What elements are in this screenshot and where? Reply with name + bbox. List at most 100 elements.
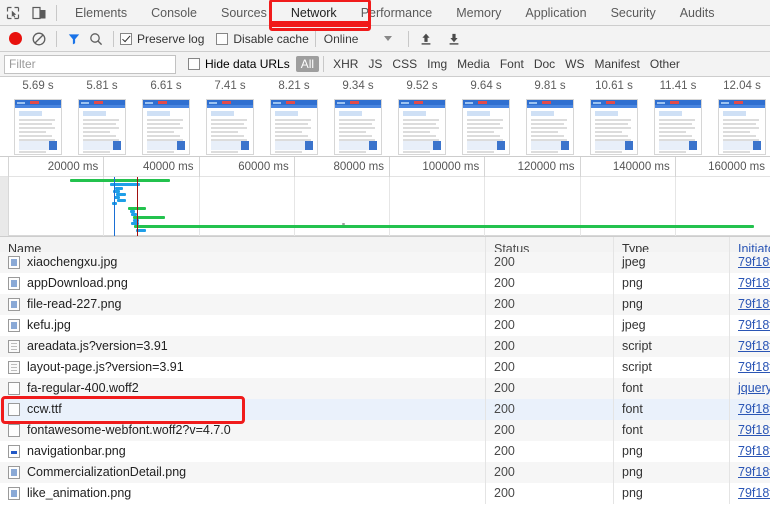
filmstrip-frame[interactable] [454, 99, 518, 155]
request-type-cell: jpeg [614, 315, 730, 336]
table-row[interactable]: navigationbar.png 200png79f18f78 [0, 441, 770, 462]
request-name-cell[interactable]: layout-page.js?version=3.91 [0, 357, 486, 378]
filter-type-font[interactable]: Font [495, 56, 529, 72]
tab-label: Elements [75, 5, 128, 20]
preserve-log-checkbox[interactable]: Preserve log [120, 32, 204, 46]
filter-type-doc[interactable]: Doc [529, 56, 560, 72]
filter-type-css[interactable]: CSS [387, 56, 422, 72]
tab-elements[interactable]: Elements [63, 0, 139, 26]
filter-type-other[interactable]: Other [645, 56, 685, 72]
request-initiator-cell[interactable]: 79f18f78 [730, 483, 770, 504]
filmstrip-frame[interactable] [710, 99, 770, 155]
record-button-icon[interactable] [9, 32, 22, 45]
disable-cache-checkbox[interactable]: Disable cache [216, 32, 309, 46]
request-name-cell[interactable]: navigationbar.png [0, 441, 486, 462]
table-row[interactable]: like_animation.png 200png79f18f78 [0, 483, 770, 504]
filmstrip-thumbnail [14, 99, 62, 155]
hide-data-urls-checkbox-box[interactable] [188, 58, 200, 70]
request-initiator-cell[interactable]: 79f18f78 [730, 336, 770, 357]
disable-cache-checkbox-box[interactable] [216, 32, 229, 45]
script-file-icon [8, 361, 20, 374]
request-status-cell: 200 [486, 357, 614, 378]
request-initiator-cell[interactable]: 79f18f78 [730, 294, 770, 315]
table-row[interactable]: areadata.js?version=3.91 200script79f18f7… [0, 336, 770, 357]
clear-button-icon[interactable] [28, 28, 50, 50]
image-file-icon [8, 487, 20, 500]
filter-icon[interactable] [63, 28, 85, 50]
request-initiator-cell[interactable]: 79f18f78 [730, 399, 770, 420]
hide-data-urls-checkbox[interactable]: Hide data URLs [188, 57, 290, 71]
image-file-icon [8, 277, 20, 290]
request-name-cell[interactable]: xiaochengxu.jpg [0, 252, 486, 273]
request-name-cell[interactable]: fontawesome-webfont.woff2?v=4.7.0 [0, 420, 486, 441]
filmstrip-thumbnail [654, 99, 702, 155]
table-row[interactable]: ccw.ttf 200font79f18f78 [0, 399, 770, 420]
filmstrip-frame[interactable] [6, 99, 70, 155]
tab-console[interactable]: Console [139, 0, 209, 26]
request-name-cell[interactable]: file-read-227.png [0, 294, 486, 315]
request-initiator-cell[interactable]: 79f18f78 [730, 420, 770, 441]
inspect-element-icon[interactable] [0, 1, 26, 25]
request-name-cell[interactable]: ccw.ttf [0, 399, 486, 420]
filter-type-img[interactable]: Img [422, 56, 452, 72]
tab-label: Memory [456, 5, 502, 20]
search-icon[interactable] [85, 28, 107, 50]
filter-input[interactable] [4, 54, 176, 74]
filmstrip-frame[interactable] [70, 99, 134, 155]
request-name-label: fa-regular-400.woff2 [27, 381, 139, 395]
font-file-icon [8, 403, 20, 416]
table-row[interactable]: file-read-227.png 200png79f18f78 [0, 294, 770, 315]
filter-type-media[interactable]: Media [452, 56, 495, 72]
script-file-icon [8, 340, 20, 353]
table-row[interactable]: kefu.jpg 200jpeg79f18f78 [0, 315, 770, 336]
filmstrip-frame[interactable] [134, 99, 198, 155]
tab-memory[interactable]: Memory [444, 0, 513, 26]
request-initiator-cell[interactable]: jquery-3. [730, 378, 770, 399]
request-initiator-cell[interactable]: 79f18f78 [730, 441, 770, 462]
chevron-down-icon[interactable] [384, 36, 393, 41]
filmstrip-frame[interactable] [390, 99, 454, 155]
preserve-log-label: Preserve log [137, 31, 205, 46]
filmstrip-frame[interactable] [326, 99, 390, 155]
filter-type-ws[interactable]: WS [560, 56, 589, 72]
import-har-icon[interactable] [443, 28, 465, 50]
filter-type-js[interactable]: JS [363, 56, 387, 72]
tab-application[interactable]: Application [513, 0, 598, 26]
preserve-log-checkbox-box[interactable] [120, 32, 132, 45]
request-name-cell[interactable]: fa-regular-400.woff2 [0, 378, 486, 399]
request-initiator-cell[interactable]: 79f18f78 [730, 462, 770, 483]
request-initiator-cell[interactable]: 79f18f78 [730, 315, 770, 336]
request-name-cell[interactable]: CommercializationDetail.png [0, 462, 486, 483]
tab-security[interactable]: Security [599, 0, 668, 26]
filter-type-xhr[interactable]: XHR [328, 56, 363, 72]
request-type-cell: png [614, 483, 730, 504]
request-initiator-cell[interactable]: 79f18f78 [730, 252, 770, 273]
table-row[interactable]: fa-regular-400.woff2 200fontjquery-3. [0, 378, 770, 399]
overview-graph[interactable] [0, 177, 770, 237]
table-row[interactable]: fontawesome-webfont.woff2?v=4.7.0 200 font… [0, 420, 770, 441]
throttling-value[interactable]: Online [322, 32, 359, 46]
table-row[interactable]: CommercializationDetail.png 200png79f18f7… [0, 462, 770, 483]
filmstrip-frame[interactable] [198, 99, 262, 155]
request-name-label: appDownload.png [27, 276, 128, 290]
request-initiator-cell[interactable]: 79f18f78 [730, 273, 770, 294]
filter-type-manifest[interactable]: Manifest [590, 56, 645, 72]
request-type-cell: font [614, 420, 730, 441]
request-name-cell[interactable]: areadata.js?version=3.91 [0, 336, 486, 357]
request-name-cell[interactable]: appDownload.png [0, 273, 486, 294]
filmstrip-frame[interactable] [518, 99, 582, 155]
filmstrip-frame[interactable] [646, 99, 710, 155]
tab-audits[interactable]: Audits [668, 0, 727, 26]
filter-type-all[interactable]: All [295, 56, 320, 72]
table-row[interactable]: xiaochengxu.jpg 200jpeg79f18f78 [0, 252, 770, 273]
image-file-icon [8, 466, 20, 479]
device-toolbar-icon[interactable] [26, 1, 52, 25]
filmstrip-frame[interactable] [582, 99, 646, 155]
request-name-cell[interactable]: kefu.jpg [0, 315, 486, 336]
filmstrip-frame[interactable] [262, 99, 326, 155]
table-row[interactable]: appDownload.png 200png79f18f78 [0, 273, 770, 294]
table-row[interactable]: layout-page.js?version=3.91 200 script 79f1… [0, 357, 770, 378]
request-name-cell[interactable]: like_animation.png [0, 483, 486, 504]
export-har-icon[interactable] [415, 28, 437, 50]
request-initiator-cell[interactable]: 79f18f78 [730, 357, 770, 378]
